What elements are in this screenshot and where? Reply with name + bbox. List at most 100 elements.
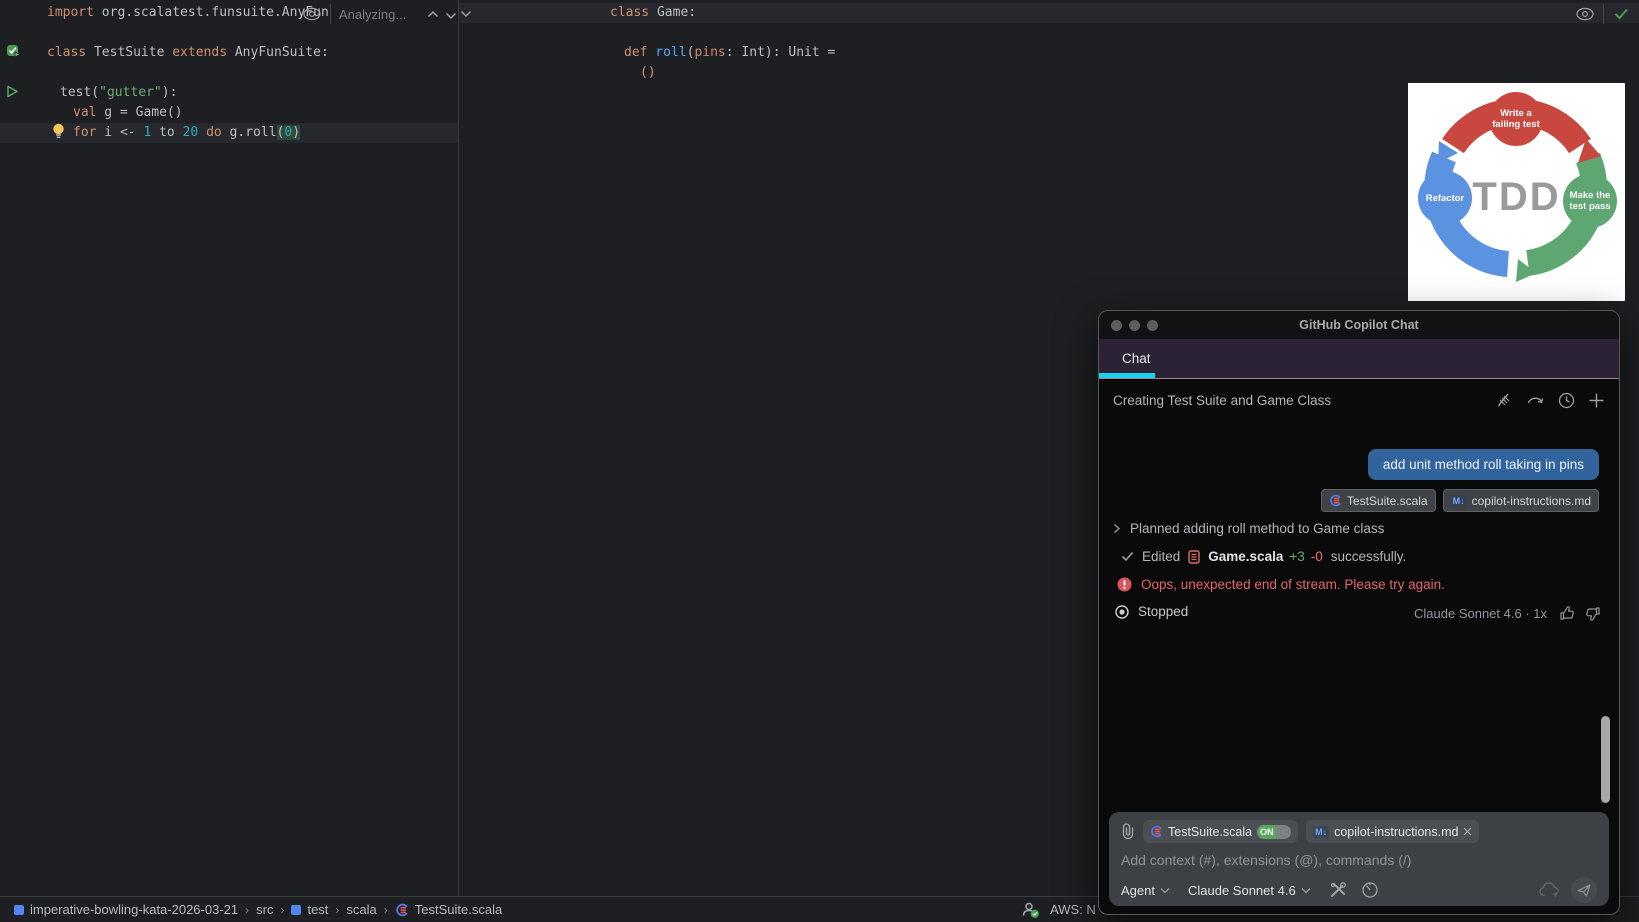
send-plane-icon xyxy=(1577,883,1591,897)
expand-chevron-right-icon xyxy=(1114,523,1121,534)
code-line: () xyxy=(640,65,656,80)
history-clock-icon[interactable] xyxy=(1558,392,1575,409)
eye-icon[interactable] xyxy=(1575,7,1595,21)
model-label: Claude Sonnet 4.6 xyxy=(1187,882,1296,898)
edits-quill-icon[interactable] xyxy=(1495,391,1513,409)
tdd-cycle-image: Write a failing test Make the test pass … xyxy=(1408,83,1625,301)
run-test-class-icon[interactable] xyxy=(6,44,21,64)
inspections-widget: Analyzing... xyxy=(302,3,472,25)
code-line: class TestSuite extends AnyFunSuite: xyxy=(47,45,329,60)
chat-window-title: GitHub Copilot Chat xyxy=(1299,318,1419,332)
context-on-toggle[interactable]: ON xyxy=(1257,824,1292,839)
check-icon xyxy=(1121,551,1134,562)
intention-lightbulb-icon[interactable] xyxy=(51,122,66,145)
scala-modified-file-icon xyxy=(1188,549,1200,564)
breadcrumb-chevron-icon: › xyxy=(280,902,285,917)
lines-added-badge: +3 xyxy=(1289,549,1305,564)
next-problem-chevron-down-icon[interactable] xyxy=(460,10,472,18)
breadcrumb-scala[interactable]: scala xyxy=(346,902,376,917)
code-line: def roll(pins: Int): Unit = xyxy=(624,45,836,60)
thread-header: Creating Test Suite and Game Class xyxy=(1099,379,1619,421)
module-icon xyxy=(291,904,302,915)
scala-file-icon xyxy=(396,903,408,916)
breadcrumb-label: imperative-bowling-kata-2026-03-21 xyxy=(30,902,239,917)
edited-label: Edited xyxy=(1142,549,1181,564)
code-line: test("gutter"): xyxy=(60,85,178,100)
plan-step-row[interactable]: Planned adding roll method to Game class xyxy=(1113,521,1384,536)
thread-title: Creating Test Suite and Game Class xyxy=(1113,392,1332,408)
usage-gauge-icon[interactable] xyxy=(1361,881,1379,899)
model-meta-text: Claude Sonnet 4.6 · 1x xyxy=(1414,606,1547,621)
eye-icon[interactable] xyxy=(302,7,322,21)
model-dropdown[interactable]: Claude Sonnet 4.6 xyxy=(1188,883,1311,898)
breadcrumb-label: test xyxy=(307,902,329,917)
breadcrumb-chevron-icon: › xyxy=(383,902,388,917)
tools-icon[interactable] xyxy=(1329,881,1347,899)
attachment-name: copilot-instructions.md xyxy=(1471,493,1591,508)
context-file-name: TestSuite.scala xyxy=(1168,824,1253,839)
breadcrumb-src[interactable]: src xyxy=(256,902,273,917)
code-line: val g = Game() xyxy=(73,105,183,120)
breadcrumb-test[interactable]: test xyxy=(291,902,328,917)
codewhisperer-user-icon[interactable] xyxy=(1022,901,1040,922)
edited-suffix: successfully. xyxy=(1330,549,1407,564)
inspections-widget-right xyxy=(1575,3,1629,25)
mode-dropdown[interactable]: Agent xyxy=(1121,883,1170,898)
lines-removed-badge: -0 xyxy=(1310,549,1323,564)
scala-file-icon xyxy=(1330,494,1341,507)
aws-status-label[interactable]: AWS: N xyxy=(1050,902,1096,917)
markdown-icon: M↓ xyxy=(1313,825,1330,838)
code-line: import org.scalatest.funsuite.AnyFun xyxy=(47,5,329,20)
attachment-chip-testsuite[interactable]: TestSuite.scala xyxy=(1320,489,1436,512)
breadcrumb-project[interactable]: imperative-bowling-kata-2026-03-21 xyxy=(14,902,238,917)
plan-step-text: Planned adding roll method to Game class xyxy=(1130,521,1385,536)
chat-input-placeholder[interactable]: Add context (#), extensions (@), command… xyxy=(1121,852,1597,868)
error-icon xyxy=(1117,577,1132,592)
breadcrumb-chevron-icon: › xyxy=(335,902,340,917)
thumbs-up-icon[interactable] xyxy=(1559,606,1575,621)
aws-status-text: AWS: N xyxy=(1050,902,1096,917)
send-button[interactable] xyxy=(1571,877,1597,903)
toggle-on-label: ON xyxy=(1257,824,1277,839)
divider xyxy=(330,4,331,24)
editor-left-pane[interactable]: import org.scalatest.funsuite.AnyFun cla… xyxy=(0,0,472,897)
run-test-icon[interactable] xyxy=(5,84,20,104)
remove-context-close-icon[interactable] xyxy=(1463,827,1472,836)
breadcrumb-label: TestSuite.scala xyxy=(414,902,503,917)
tdd-step-write-failing-test: Write a failing test xyxy=(1492,108,1540,130)
markdown-icon: M↓ xyxy=(1450,494,1467,507)
chevron-down-icon xyxy=(1301,887,1311,893)
chat-window-titlebar: GitHub Copilot Chat xyxy=(1099,311,1619,339)
copilot-chat-window: GitHub Copilot Chat Chat Creating Test S… xyxy=(1098,310,1620,915)
mode-label: Agent xyxy=(1121,882,1155,898)
breadcrumb-file[interactable]: TestSuite.scala xyxy=(395,902,502,917)
new-chat-plus-icon[interactable] xyxy=(1588,392,1605,409)
cloud-send-icon[interactable] xyxy=(1539,882,1561,898)
tdd-title: TDD xyxy=(1472,175,1561,219)
context-chip-instructions[interactable]: M↓ copilot-instructions.md xyxy=(1306,820,1480,843)
module-icon xyxy=(14,904,24,915)
attachment-chip-instructions[interactable]: M↓ copilot-instructions.md xyxy=(1442,489,1599,512)
status-row: Stopped xyxy=(1115,604,1188,619)
chat-input-box[interactable]: TestSuite.scala ON M↓ copilot-instructio… xyxy=(1109,812,1609,906)
error-row: Oops, unexpected end of stream. Please t… xyxy=(1117,577,1445,592)
context-file-name: copilot-instructions.md xyxy=(1334,824,1459,839)
chat-scrollbar-thumb[interactable] xyxy=(1601,716,1610,803)
divider xyxy=(1603,4,1604,24)
code-line: for i <- 1 to 20 do g.roll(0) xyxy=(73,125,301,140)
paperclip-icon[interactable] xyxy=(1121,823,1135,840)
message-attachments: TestSuite.scala M↓ copilot-instructions.… xyxy=(1320,489,1599,512)
tab-chat[interactable]: Chat xyxy=(1099,351,1151,366)
stopped-record-icon xyxy=(1115,604,1129,619)
redo-curve-icon[interactable] xyxy=(1526,393,1545,407)
thumbs-down-icon[interactable] xyxy=(1585,606,1601,621)
prev-problem-chevron-up-icon[interactable] xyxy=(427,10,439,18)
edited-file-name[interactable]: Game.scala xyxy=(1208,549,1283,564)
code-line: class Game: xyxy=(610,5,697,20)
chevron-down-icon xyxy=(1160,887,1170,893)
edited-file-row: Edited Game.scala +3 -0 successfully. xyxy=(1121,549,1406,564)
model-meta-row: Claude Sonnet 4.6 · 1x xyxy=(1414,606,1601,621)
ide-root: { "editor_left": { "analyzing_label": "A… xyxy=(0,0,1639,922)
context-chip-testsuite[interactable]: TestSuite.scala ON xyxy=(1143,820,1299,843)
no-problems-check-icon[interactable] xyxy=(1614,8,1629,20)
